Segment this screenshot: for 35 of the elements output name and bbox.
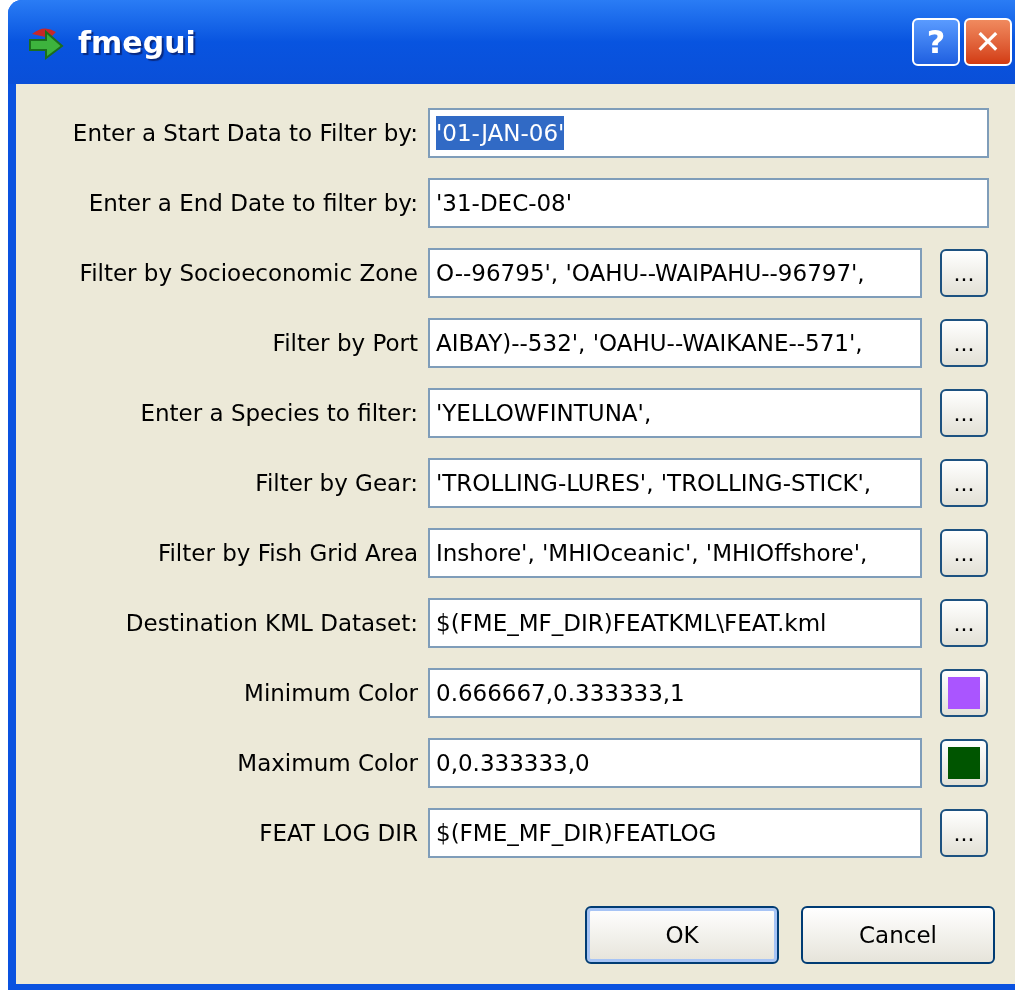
input-field[interactable]: 0.666667,0.333333,1: [428, 668, 922, 718]
field-label: Minimum Color: [243, 678, 419, 708]
field-label: Maximum Color: [236, 748, 419, 778]
field-label: FEAT LOG DIR: [258, 818, 419, 848]
input-field[interactable]: $(FME_MF_DIR)FEATKML\FEAT.kml: [428, 598, 922, 648]
color-button[interactable]: [940, 669, 988, 717]
browse-button[interactable]: ...: [940, 249, 988, 297]
browse-button[interactable]: ...: [940, 599, 988, 647]
input-field[interactable]: Inshore', 'MHIOceanic', 'MHIOffshore',: [428, 528, 922, 578]
field-label: Filter by Fish Grid Area: [156, 538, 419, 568]
field-label: Enter a End Date to filter by:: [87, 188, 419, 218]
input-field[interactable]: 0,0.333333,0: [428, 738, 922, 788]
browse-button[interactable]: ...: [940, 809, 988, 857]
input-field[interactable]: O--96795', 'OAHU--WAIPAHU--96797',: [428, 248, 922, 298]
help-button[interactable]: ?: [912, 18, 960, 66]
input-field[interactable]: $(FME_MF_DIR)FEATLOG: [428, 808, 922, 858]
browse-button[interactable]: ...: [940, 319, 988, 367]
field-label: Filter by Port: [271, 328, 419, 358]
field-label: Enter a Start Data to Filter by:: [71, 118, 419, 148]
browse-button[interactable]: ...: [940, 529, 988, 577]
window-title: fmegui: [78, 23, 196, 62]
field-label: Filter by Socioeconomic Zone: [78, 258, 419, 288]
ok-button[interactable]: OK: [585, 906, 779, 964]
cancel-button[interactable]: Cancel: [801, 906, 995, 964]
browse-button[interactable]: ...: [940, 389, 988, 437]
input-field[interactable]: 'TROLLING-LURES', 'TROLLING-STICK',: [428, 458, 922, 508]
input-field[interactable]: AIBAY)--532', 'OAHU--WAIKANE--571',: [428, 318, 922, 368]
field-label: Destination KML Dataset:: [124, 608, 419, 638]
field-label: Filter by Gear:: [254, 468, 419, 498]
browse-button[interactable]: ...: [940, 459, 988, 507]
color-button[interactable]: [940, 739, 988, 787]
input-field[interactable]: 'YELLOWFINTUNA',: [428, 388, 922, 438]
input-field[interactable]: '01-JAN-06': [428, 108, 989, 158]
input-field[interactable]: '31-DEC-08': [428, 178, 989, 228]
field-label: Enter a Species to filter:: [139, 398, 419, 428]
